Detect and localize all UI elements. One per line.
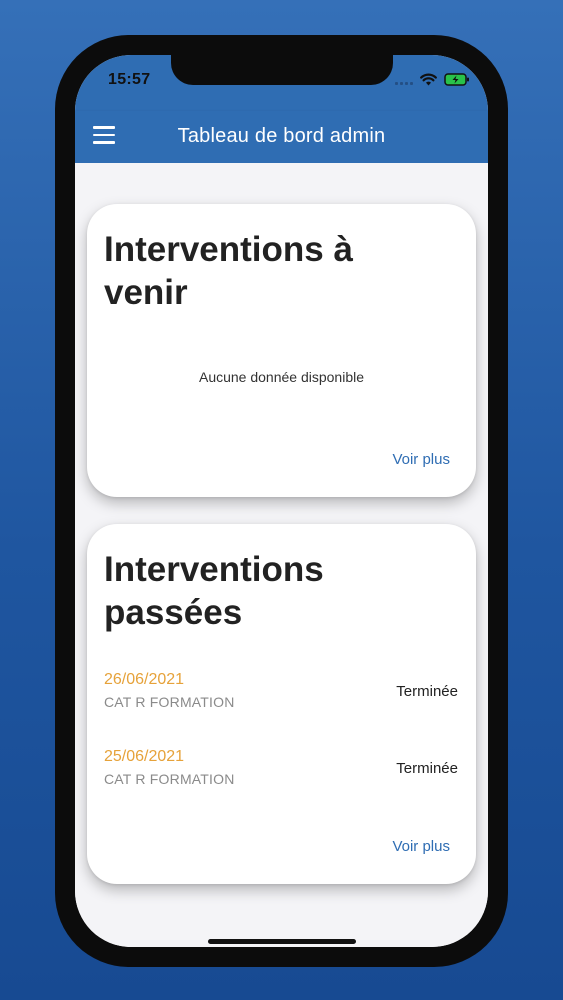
notch (171, 55, 393, 85)
wifi-icon (420, 73, 437, 86)
phone-frame: 15:57 Tableau de bord admin Intervention… (55, 35, 508, 967)
upcoming-see-more-link[interactable]: Voir plus (392, 451, 450, 468)
home-indicator[interactable] (208, 939, 356, 944)
intervention-status: Terminée (396, 683, 458, 700)
past-card-title: Interventions passées (104, 550, 324, 632)
intervention-name: CAT R FORMATION (104, 771, 235, 787)
intervention-row[interactable]: 25/06/2021 CAT R FORMATION Terminée (104, 748, 458, 792)
empty-state-text: Aucune donnée disponible (198, 369, 365, 385)
intervention-name: CAT R FORMATION (104, 694, 235, 710)
intervention-status: Terminée (396, 760, 458, 777)
past-interventions-card: Interventions passées 26/06/2021 CAT R F… (87, 524, 476, 884)
battery-charging-icon (444, 73, 470, 86)
page-title: Tableau de bord admin (177, 125, 386, 147)
app-bar: Tableau de bord admin (75, 111, 488, 163)
upcoming-interventions-card: Interventions à venir Aucune donnée disp… (87, 204, 476, 497)
dashboard-content: Interventions à venir Aucune donnée disp… (75, 163, 488, 947)
upcoming-card-title: Interventions à venir (104, 230, 353, 312)
status-bar: 15:57 (75, 55, 488, 111)
intervention-date: 26/06/2021 (104, 671, 185, 688)
status-time: 15:57 (108, 71, 151, 88)
app-screen: 15:57 Tableau de bord admin Intervention… (75, 55, 488, 947)
intervention-row[interactable]: 26/06/2021 CAT R FORMATION Terminée (104, 671, 458, 715)
signal-icon (395, 75, 413, 85)
status-icons (395, 73, 470, 86)
intervention-date: 25/06/2021 (104, 748, 185, 765)
past-see-more-link[interactable]: Voir plus (392, 838, 450, 855)
